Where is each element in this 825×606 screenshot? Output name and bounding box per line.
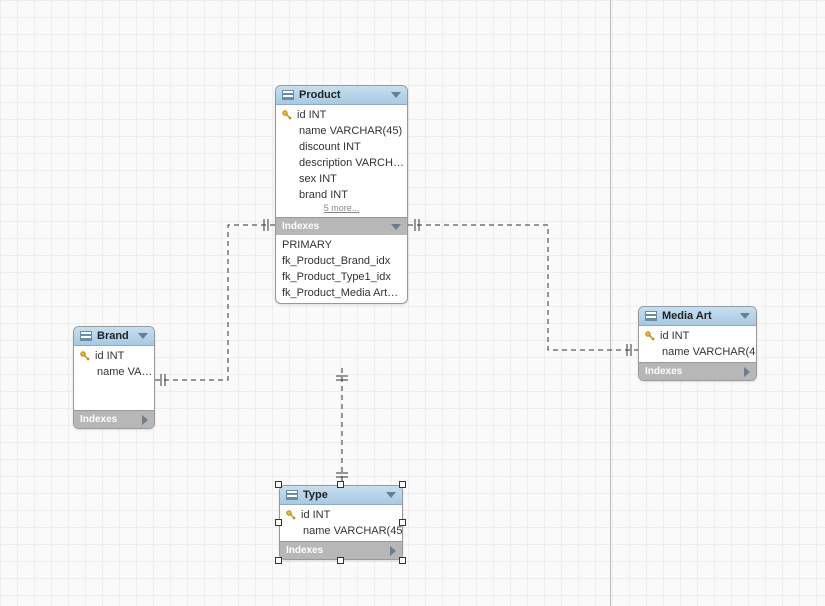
column-row[interactable]: name VARCHAR(45) <box>639 344 756 360</box>
column-label: sex INT <box>299 173 337 185</box>
column-label: description VARCH… <box>299 157 404 169</box>
indexes-header[interactable]: Indexes <box>639 362 756 380</box>
chevron-down-icon[interactable] <box>740 313 750 319</box>
column-row[interactable]: brand INT <box>276 187 407 203</box>
more-columns-link[interactable]: 5 more... <box>276 203 407 215</box>
primary-key-icon <box>282 110 292 120</box>
entity-type[interactable]: Type id INT name VARCHAR(45) Indexes <box>279 485 403 560</box>
selection-handle[interactable] <box>337 481 344 488</box>
indexes-header[interactable]: Indexes <box>276 217 407 235</box>
table-icon <box>286 490 298 500</box>
table-icon <box>645 311 657 321</box>
relationship-lines <box>0 0 825 606</box>
entity-title: Type <box>303 489 328 501</box>
column-label: name VARCHAR(45) <box>299 125 402 137</box>
chevron-down-icon <box>391 224 401 230</box>
index-row[interactable]: fk_Product_Media Art… <box>276 285 407 301</box>
indexes-header[interactable]: Indexes <box>74 410 154 428</box>
column-row[interactable]: id INT <box>276 107 407 123</box>
column-icon <box>282 158 294 168</box>
entity-title: Media Art <box>662 310 712 322</box>
selection-handle[interactable] <box>275 557 282 564</box>
entity-title: Brand <box>97 330 129 342</box>
column-label: name VARCHAR(45) <box>662 346 756 358</box>
column-label: id INT <box>660 330 689 342</box>
selection-handle[interactable] <box>399 557 406 564</box>
diagram-canvas[interactable]: Product id INT name VARCHAR(45) discount… <box>0 0 825 606</box>
entity-brand[interactable]: Brand id INT name VA… Indexes <box>73 326 155 429</box>
table-icon <box>80 331 92 341</box>
chevron-right-icon <box>390 546 396 556</box>
column-icon <box>286 526 298 536</box>
column-row[interactable]: discount INT <box>276 139 407 155</box>
column-label: id INT <box>95 350 124 362</box>
section-label: Indexes <box>282 221 319 232</box>
column-icon <box>645 347 657 357</box>
chevron-down-icon[interactable] <box>391 92 401 98</box>
column-row[interactable]: id INT <box>639 328 756 344</box>
index-list: PRIMARY fk_Product_Brand_idx fk_Product_… <box>276 235 407 303</box>
column-row[interactable]: name VA… <box>74 364 154 380</box>
column-label: brand INT <box>299 189 348 201</box>
entity-media-art[interactable]: Media Art id INT name VARCHAR(45) Indexe… <box>638 306 757 381</box>
selection-handle[interactable] <box>337 557 344 564</box>
column-label: name VARCHAR(45) <box>303 525 402 537</box>
column-icon <box>282 190 294 200</box>
chevron-down-icon[interactable] <box>138 333 148 339</box>
column-icon <box>282 126 294 136</box>
column-label: discount INT <box>299 141 361 153</box>
entity-header[interactable]: Type <box>280 486 402 505</box>
column-row[interactable]: id INT <box>74 348 154 364</box>
table-icon <box>282 90 294 100</box>
index-row[interactable]: PRIMARY <box>276 237 407 253</box>
selection-handle[interactable] <box>275 519 282 526</box>
chevron-down-icon[interactable] <box>386 492 396 498</box>
column-list: id INT name VARCHAR(45) discount INT des… <box>276 105 407 217</box>
column-label: id INT <box>297 109 326 121</box>
entity-header[interactable]: Brand <box>74 327 154 346</box>
primary-key-icon <box>286 510 296 520</box>
section-label: Indexes <box>80 414 117 425</box>
entity-header[interactable]: Media Art <box>639 307 756 326</box>
vertical-guide[interactable] <box>610 0 611 606</box>
column-row[interactable]: name VARCHAR(45) <box>280 523 402 539</box>
selection-handle[interactable] <box>399 481 406 488</box>
column-label: name VA… <box>97 366 152 378</box>
column-row[interactable]: description VARCH… <box>276 155 407 171</box>
column-row[interactable]: sex INT <box>276 171 407 187</box>
entity-product[interactable]: Product id INT name VARCHAR(45) discount… <box>275 85 408 304</box>
column-icon <box>282 174 294 184</box>
column-label: id INT <box>301 509 330 521</box>
index-row[interactable]: fk_Product_Type1_idx <box>276 269 407 285</box>
index-row[interactable]: fk_Product_Brand_idx <box>276 253 407 269</box>
entity-header[interactable]: Product <box>276 86 407 105</box>
column-icon <box>282 142 294 152</box>
column-list: id INT name VARCHAR(45) <box>639 326 756 362</box>
column-row[interactable]: id INT <box>280 507 402 523</box>
primary-key-icon <box>645 331 655 341</box>
section-label: Indexes <box>286 545 323 556</box>
column-icon <box>80 367 92 377</box>
selection-handle[interactable] <box>275 481 282 488</box>
primary-key-icon <box>80 351 90 361</box>
column-row[interactable]: name VARCHAR(45) <box>276 123 407 139</box>
column-list: id INT name VA… <box>74 346 154 410</box>
chevron-right-icon <box>142 415 148 425</box>
column-list: id INT name VARCHAR(45) <box>280 505 402 541</box>
selection-handle[interactable] <box>399 519 406 526</box>
entity-title: Product <box>299 89 341 101</box>
section-label: Indexes <box>645 366 682 377</box>
chevron-right-icon <box>744 367 750 377</box>
